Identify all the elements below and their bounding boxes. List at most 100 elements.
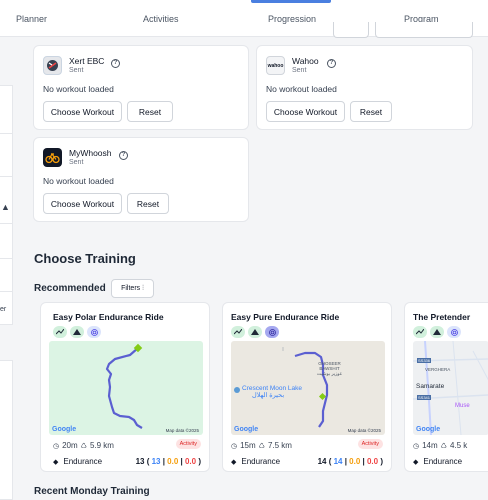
left-panel-edge-lower (0, 360, 13, 500)
mountain-icon (70, 326, 84, 338)
choose-workout-button[interactable]: Choose Workout (266, 101, 345, 122)
reset-button[interactable]: Reset (350, 101, 392, 122)
device-status: Sent (69, 159, 84, 166)
workout-type-label: Endurance (241, 457, 281, 466)
map-attribution: Map data ©2025 (347, 428, 381, 433)
clock-icon: ◷ (413, 442, 420, 450)
device-status: Sent (69, 67, 84, 74)
workout-tags (53, 326, 101, 338)
device-message: No workout loaded (43, 84, 114, 94)
section-title: Choose Training (34, 251, 136, 266)
reset-button[interactable]: Reset (127, 101, 173, 122)
workout-title: Easy Pure Endurance Ride (231, 312, 340, 322)
activity-badge: Activity (357, 439, 383, 449)
tab-activities[interactable]: Activities (143, 14, 179, 24)
device-card-xert: Xert EBC Sent ? No workout loaded Choose… (33, 45, 249, 130)
workout-stats: ◷ 20m ♺ 5.9 km (53, 441, 114, 450)
target-icon (447, 326, 461, 338)
workout-card[interactable]: Easy Pure Endurance Ride GHOSEER BAWSHIT… (222, 302, 392, 472)
mountain-icon (430, 326, 444, 338)
workout-tags (231, 326, 279, 338)
workout-type-label: Endurance (423, 457, 463, 466)
filter-icon: ⫶ (142, 284, 144, 292)
recent-training-heading: Recent Monday Training (34, 486, 150, 497)
duration: 20m (62, 441, 78, 450)
map-label-town: VERGHERA (425, 367, 451, 372)
map-label-city: Samarate (416, 383, 445, 390)
lake-icon (234, 387, 240, 393)
help-icon[interactable]: ? (111, 59, 120, 68)
partial-button-left[interactable] (333, 22, 369, 38)
diamond-icon: ◆ (231, 458, 237, 466)
clock-icon: ◷ (53, 442, 60, 450)
device-message: No workout loaded (43, 176, 114, 186)
workout-stats: ◷ 14m ♺ 4.5 k (413, 441, 467, 450)
route-map[interactable]: SS336 VERGHERA Samarate SS341 Muse Googl… (413, 341, 488, 435)
partial-button-right[interactable] (375, 22, 473, 38)
google-logo: Google (234, 426, 259, 433)
distance-icon: ♺ (80, 442, 87, 450)
route-map[interactable]: Google Map data ©2025 (49, 341, 203, 435)
route-line (105, 343, 143, 429)
workout-type-label: Endurance (63, 457, 103, 466)
warning-icon: ▲ (1, 202, 10, 212)
filters-label: Filters (121, 285, 141, 292)
mywhoosh-logo-icon (43, 148, 62, 167)
help-icon[interactable]: ? (327, 59, 336, 68)
left-panel-text-fragment: er (0, 306, 7, 313)
workout-type: ◆ Endurance (231, 457, 280, 466)
trend-icon (231, 326, 245, 338)
distance-icon: ♺ (258, 442, 265, 450)
map-attribution: Map data ©2025 (165, 428, 199, 433)
device-name: Xert EBC (69, 56, 105, 66)
workout-type: ◆ Endurance (53, 457, 102, 466)
duration: 15m (240, 441, 256, 450)
device-name: Wahoo (292, 56, 319, 66)
workout-score: 13 ( 13 | 0.0 | 0.0 ) (135, 457, 201, 466)
clock-icon: ◷ (231, 442, 238, 450)
distance: 5.9 km (89, 441, 114, 450)
workout-card[interactable]: Easy Polar Endurance Ride Google Map dat… (40, 302, 210, 472)
choose-workout-button[interactable]: Choose Workout (43, 193, 122, 214)
map-label-lake: Crescent Moon Lake بحيرة الهلال (242, 385, 302, 399)
workout-title: Easy Polar Endurance Ride (53, 312, 164, 322)
road-badge: SS336 (417, 358, 432, 363)
target-icon (265, 326, 279, 338)
active-tab-indicator (251, 0, 331, 3)
diamond-icon: ◆ (413, 458, 419, 466)
recommended-heading: Recommended (34, 283, 106, 294)
google-logo: Google (416, 426, 441, 433)
workout-card[interactable]: The Pretender SS336 VERGHERA Samarate SS… (404, 302, 488, 472)
workout-type: ◆ Endurance (413, 457, 462, 466)
workout-score: 14 ( 14 | 0.0 | 0.0 ) (317, 457, 383, 466)
device-name: MyWhoosh (69, 148, 112, 158)
tab-progression[interactable]: Progression (268, 14, 316, 24)
road-badge: SS341 (417, 395, 432, 400)
duration: 14m (422, 441, 438, 450)
trend-icon (53, 326, 67, 338)
filters-button[interactable]: Filters ⫶ (111, 279, 154, 298)
xert-logo-icon (43, 56, 62, 75)
wahoo-logo-icon: wahoo (266, 56, 285, 75)
choose-workout-button[interactable]: Choose Workout (43, 101, 122, 122)
activity-badge: Activity (175, 439, 201, 449)
reset-button[interactable]: Reset (127, 193, 169, 214)
mountain-icon (248, 326, 262, 338)
map-label-poi: Muse (455, 403, 470, 409)
distance: 4.5 k (449, 441, 468, 450)
device-card-wahoo: wahoo Wahoo Sent ? No workout loaded Cho… (256, 45, 473, 130)
distance: 7.5 km (267, 441, 292, 450)
distance-icon: ♺ (440, 442, 447, 450)
google-logo: Google (52, 426, 77, 433)
route-map[interactable]: GHOSEER BAWSHIT غوزير بوشيت Crescent Moo… (231, 341, 385, 435)
workout-stats: ◷ 15m ♺ 7.5 km (231, 441, 292, 450)
device-card-mywhoosh: MyWhoosh Sent ? No workout loaded Choose… (33, 137, 249, 222)
diamond-icon: ◆ (53, 458, 59, 466)
help-icon[interactable]: ? (119, 151, 128, 160)
device-message: No workout loaded (266, 84, 337, 94)
device-status: Sent (292, 67, 307, 74)
workout-title: The Pretender (413, 312, 471, 322)
tab-planner[interactable]: Planner (16, 14, 47, 24)
map-label-area: GHOSEER BAWSHIT غوزير بوشيت (317, 361, 342, 376)
target-icon (87, 326, 101, 338)
